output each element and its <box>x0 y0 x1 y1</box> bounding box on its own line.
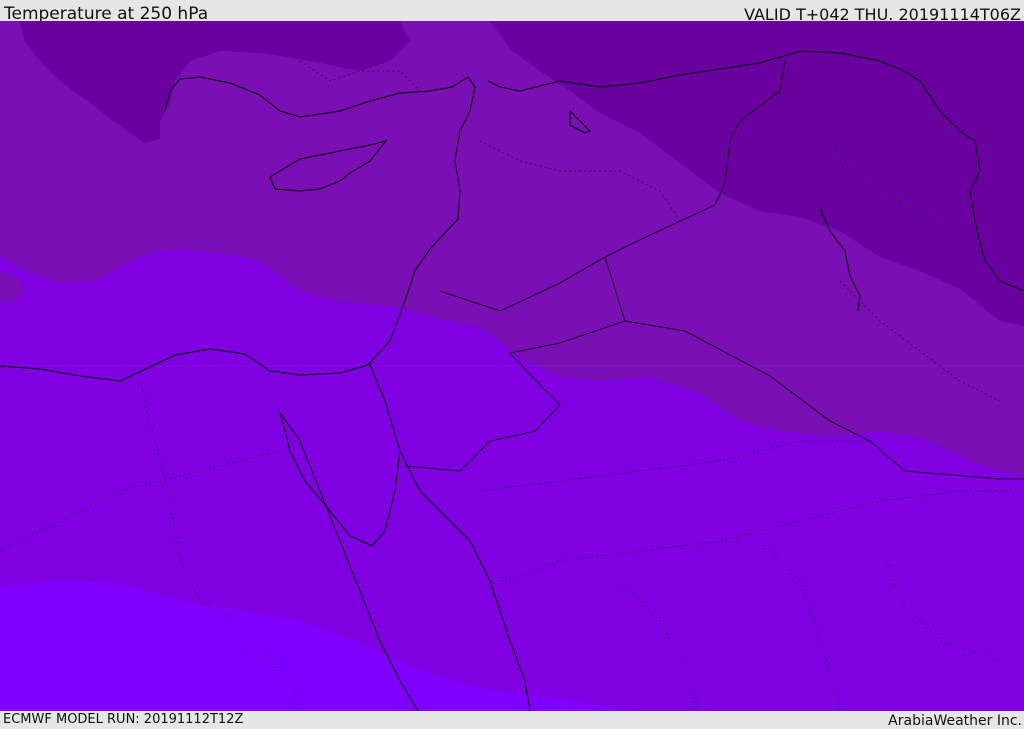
weather-map[interactable] <box>0 21 1024 711</box>
model-run-label: ECMWF MODEL RUN: 20191112T12Z <box>3 712 244 727</box>
credit-label: ArabiaWeather Inc. <box>888 713 1022 729</box>
